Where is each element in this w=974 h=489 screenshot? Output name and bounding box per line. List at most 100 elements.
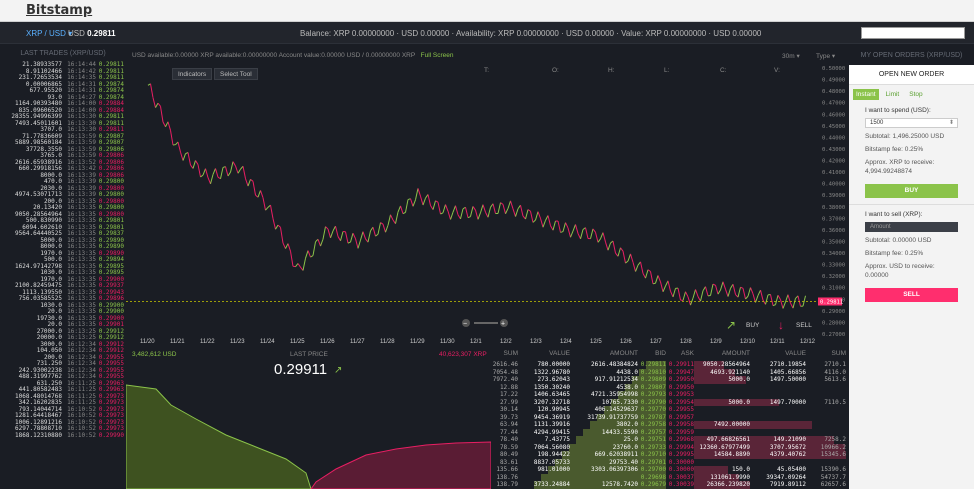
order-book-row[interactable]: 7054.48 1322.96780 4438.0 0.29810 0.29947 469… [491, 368, 846, 376]
buy-fee: Bitstamp fee: 0.25% [865, 146, 924, 153]
price-segment [605, 241, 609, 251]
ob-cell [806, 414, 846, 422]
ob-cell: 7258.2 [824, 436, 846, 443]
price-chart[interactable]: USD available:0.00000 XRP available:0.00… [126, 46, 846, 346]
form-divider [849, 204, 974, 205]
order-book-row[interactable]: 78.40 7.43775 25.0 0.29751 0.29968 497.668265… [491, 436, 846, 444]
price-segment [622, 251, 626, 264]
price-segment [647, 269, 651, 272]
price-segment [757, 289, 761, 296]
spend-input[interactable]: 1500 ⬍ [865, 118, 958, 128]
order-book: SUM VALUE AMOUNT BID ASK AMOUNT VALUE SUM 2616.… [491, 347, 846, 489]
price-segment [572, 224, 576, 232]
chart-buy-label: BUY [746, 322, 760, 329]
order-book-row[interactable]: 12.88 1350.30240 4538.0 0.29807 0.29950 [491, 383, 846, 391]
price-segment [347, 241, 351, 244]
ob-cell [754, 459, 806, 467]
order-book-row[interactable]: 138.79 3733.24884 12578.7420 0.29679 0.30039… [491, 481, 846, 489]
y-tick-label: 0.45000 [822, 124, 845, 130]
order-book-row[interactable]: 77.44 4294.99415 14433.5590 0.29757 0.29959 [491, 428, 846, 437]
price-segment [580, 229, 584, 239]
price-segment [150, 83, 154, 98]
ob-cell [694, 414, 754, 422]
sell-amount-input[interactable]: Amount [865, 222, 958, 232]
price-segment [557, 220, 561, 233]
sell-subtotal: Subtotal: 0.00000 USD [865, 237, 932, 244]
ob-cell: 0.29751 [640, 436, 666, 443]
x-tick-label: 12/10 [740, 339, 756, 345]
price-segment [487, 207, 491, 218]
tab-limit[interactable]: Limit [883, 89, 903, 100]
price-segment [160, 106, 164, 123]
order-book-row[interactable]: 78.59 7064.56080 23760.0 0.29733 0.29994 1236… [491, 443, 846, 451]
price-segment [285, 243, 289, 249]
ob-cell: 39347.09264 [766, 473, 806, 481]
order-book-row[interactable]: 7972.40 273.62043 917.91212534 0.29809 0.299… [491, 376, 846, 384]
ob-cell [806, 459, 846, 467]
price-segment [235, 165, 239, 174]
y-tick-label: 0.37000 [822, 216, 845, 222]
ob-cell [694, 429, 754, 437]
order-book-row[interactable]: 138.76 0.29698 0.30037 131061.9990 39347.092… [491, 473, 846, 482]
sell-button[interactable]: SELL [865, 288, 958, 302]
tab-stop[interactable]: Stop [906, 89, 925, 100]
ob-header-cell: VALUE [785, 350, 806, 357]
price-segment [330, 230, 334, 238]
ob-cell: 149.21090 [773, 436, 806, 443]
chart-canvas[interactable]: 0.50000 0.49000 0.48000 0.47000 0.46000 0.450… [126, 46, 846, 346]
price-segment [442, 204, 446, 213]
ob-cell: 78.59 [499, 443, 518, 451]
price-segment [370, 226, 374, 232]
trade-price: 0.29990 [98, 431, 124, 439]
ob-cell: 1322.96780 [533, 368, 570, 376]
price-segment [640, 261, 644, 274]
ob-header-cell: SUM [503, 350, 518, 357]
order-book-row[interactable]: 30.14 120.90945 406.14529637 0.29770 0.29955 [491, 406, 846, 414]
ob-cell: 2616.46 [492, 361, 518, 368]
buy-button[interactable]: BUY [865, 184, 958, 198]
price-segment [792, 298, 796, 309]
price-segment [635, 265, 639, 272]
stepper-icon[interactable]: ⬍ [949, 119, 954, 126]
order-book-row[interactable]: 27.99 3207.32718 10765.7330 0.29790 0.29954 5… [491, 398, 846, 406]
price-segment [740, 286, 744, 289]
ob-cell [806, 406, 846, 414]
price-segment [360, 231, 364, 241]
order-book-row[interactable]: 83.61 8837.05733 29753.40 0.29701 0.30000 [491, 458, 846, 467]
chart-sell-label: SELL [796, 322, 812, 329]
price-segment [475, 210, 479, 220]
price-segment [460, 208, 464, 219]
ob-cell [806, 429, 846, 437]
ob-cell: 0.29793 [640, 391, 666, 398]
ob-cell [570, 474, 638, 482]
price-segment [677, 288, 681, 301]
ob-cell [754, 429, 806, 437]
ob-cell: 0.29790 [640, 398, 666, 406]
order-book-row[interactable]: 135.66 981.01000 3303.06397306 0.29700 0.300… [491, 466, 846, 474]
order-book-row[interactable]: 17.22 1406.63465 4721.35954998 0.29793 0.299… [491, 391, 846, 399]
ob-cell: 1497.70000 [769, 398, 806, 406]
order-book-row[interactable]: 39.73 9454.36919 31739.91737759 0.29787 0.29… [491, 413, 846, 422]
price-segment [350, 233, 354, 243]
price-segment [402, 211, 406, 215]
price-segment [625, 260, 629, 264]
price-segment [280, 227, 284, 244]
price-segment [732, 284, 736, 295]
ob-cell: 0.29758 [640, 421, 666, 428]
tab-instant[interactable]: Instant [853, 89, 879, 100]
price-segment [297, 263, 301, 268]
price-segment [200, 174, 204, 178]
pair-selector[interactable]: XRP / USD ▾ [26, 29, 72, 38]
order-book-row[interactable]: 63.94 1131.39916 3802.0 0.29758 0.29958 7492.… [491, 421, 846, 429]
bitstamp-logo[interactable]: Bitstamp [26, 3, 92, 18]
ob-cell: 138.76 [496, 473, 518, 481]
order-book-row[interactable]: 2616.46 780.00000 2616.48384824 0.29811 0.29… [491, 361, 846, 369]
order-book-row[interactable]: 80.49 198.94422 669.62038911 0.29710 0.29995… [491, 451, 846, 459]
search-input[interactable] [861, 27, 965, 39]
price-segment [195, 160, 199, 165]
price-segment [565, 222, 569, 229]
x-tick-label: 12/1 [470, 339, 482, 345]
ob-cell: 120.90945 [537, 406, 570, 413]
price-segment [310, 255, 314, 258]
price-segment [242, 166, 246, 179]
